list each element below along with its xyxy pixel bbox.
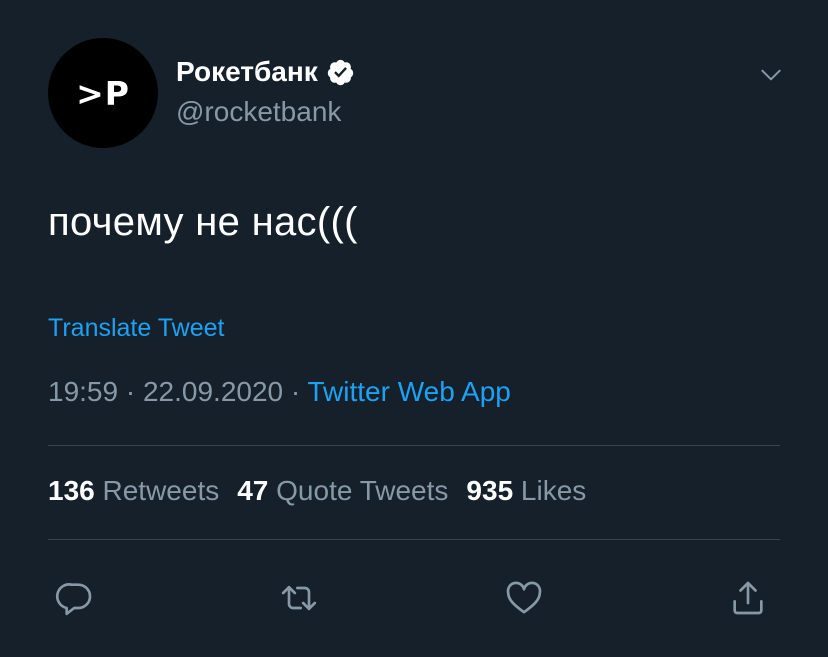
- likes-count: 935: [466, 475, 514, 506]
- author-display-name[interactable]: Рокетбанк: [176, 56, 355, 88]
- like-icon: [506, 581, 542, 614]
- likes-stat[interactable]: 935 Likes: [466, 475, 586, 507]
- like-button[interactable]: [502, 576, 546, 620]
- meta-separator: ·: [125, 376, 136, 407]
- meta-separator: ·: [290, 376, 301, 407]
- likes-label: Likes: [520, 475, 587, 506]
- avatar-logo: >P: [76, 73, 130, 113]
- tweet-source-link[interactable]: Twitter Web App: [308, 376, 511, 407]
- tweet-date[interactable]: 22.09.2020: [143, 376, 283, 407]
- author-handle[interactable]: @rocketbank: [176, 96, 341, 128]
- share-button[interactable]: [726, 576, 770, 620]
- retweet-icon: [281, 585, 317, 611]
- reply-button[interactable]: [53, 576, 97, 620]
- share-icon: [733, 581, 763, 615]
- tweet-card: >P Рокетбанк @rocketbank почему не нас((…: [0, 0, 828, 657]
- retweet-button[interactable]: [277, 576, 321, 620]
- verified-badge-icon: [327, 59, 353, 85]
- translate-tweet-link[interactable]: Translate Tweet: [48, 314, 224, 343]
- reply-icon: [55, 583, 92, 616]
- quote-tweets-count: 47: [237, 475, 269, 506]
- divider: [48, 445, 780, 446]
- retweets-count: 136: [48, 475, 95, 506]
- tweet-time[interactable]: 19:59: [48, 376, 118, 407]
- display-name-text: Рокетбанк: [176, 56, 318, 87]
- retweets-label: Retweets: [102, 475, 220, 506]
- tweet-metadata: 19:59 · 22.09.2020 · Twitter Web App: [48, 376, 511, 408]
- retweets-stat[interactable]: 136 Retweets: [48, 475, 219, 507]
- chevron-down-icon[interactable]: [758, 62, 784, 88]
- tweet-stats: 136 Retweets 47 Quote Tweets 935 Likes: [48, 475, 586, 507]
- quote-tweets-label: Quote Tweets: [276, 475, 449, 506]
- quote-tweets-stat[interactable]: 47 Quote Tweets: [237, 475, 448, 507]
- avatar[interactable]: >P: [48, 38, 158, 148]
- divider: [48, 539, 780, 540]
- tweet-text: почему не нас(((: [48, 200, 358, 244]
